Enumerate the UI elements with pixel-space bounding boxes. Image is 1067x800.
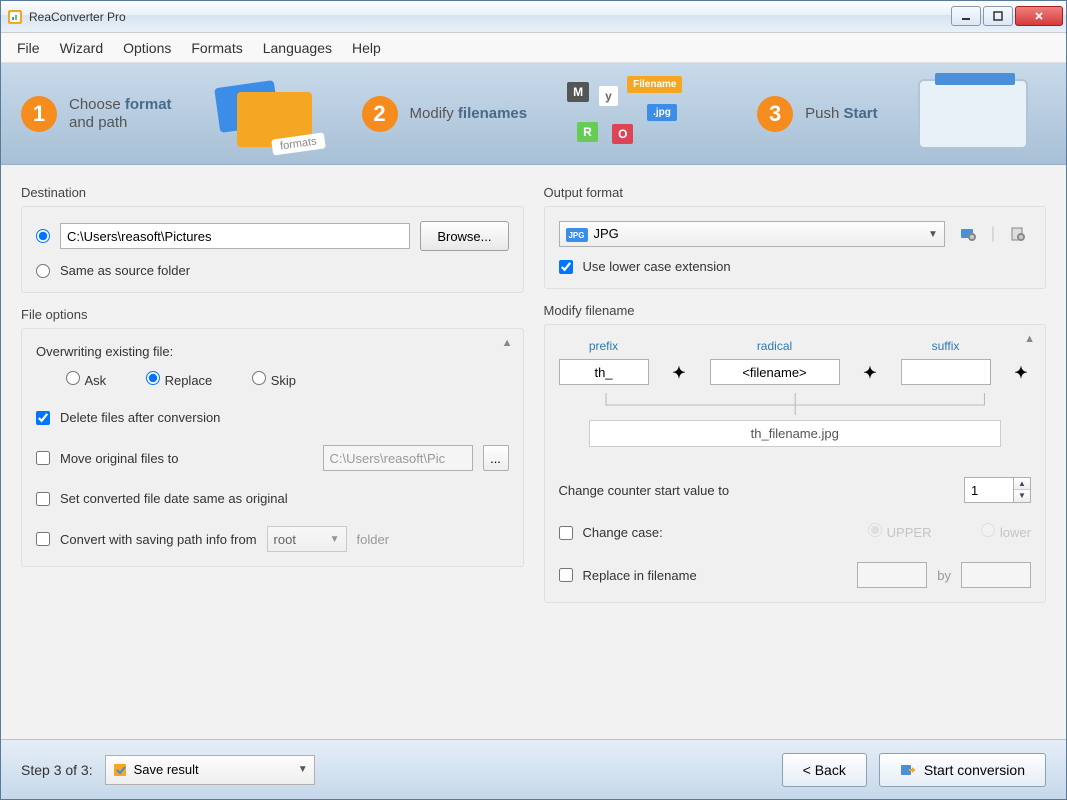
radical-label: radical — [757, 339, 792, 353]
move-orig-browse-button[interactable]: ... — [483, 445, 509, 471]
suffix-input[interactable] — [901, 359, 991, 385]
step-indicator: Step 3 of 3: — [21, 762, 93, 778]
overwrite-label: Overwriting existing file: — [36, 344, 173, 359]
counter-label: Change counter start value to — [559, 483, 730, 498]
replace-to-input — [961, 562, 1031, 588]
destination-heading: Destination — [21, 185, 524, 200]
left-column: Destination Browse... Same as source fol… — [21, 185, 524, 719]
main-area: Destination Browse... Same as source fol… — [1, 165, 1066, 739]
step-3-text: Push Start — [805, 105, 878, 123]
overwrite-ask-radio[interactable] — [66, 371, 80, 385]
dest-same-label: Same as source folder — [60, 263, 190, 278]
prefix-add-icon[interactable]: ✦ — [669, 363, 689, 383]
step-2-text: Modify filenames — [410, 105, 528, 123]
steps-banner: 1 Choose formatand path formats 2 Modify… — [1, 63, 1066, 165]
menu-file[interactable]: File — [7, 36, 50, 60]
dest-path-radio[interactable] — [36, 229, 50, 243]
radical-add-icon[interactable]: ✦ — [860, 363, 880, 383]
spinner-up-icon[interactable]: ▲ — [1014, 478, 1030, 490]
suffix-label: suffix — [932, 339, 960, 353]
step-1-badge: 1 — [21, 96, 57, 132]
overwrite-replace-radio[interactable] — [146, 371, 160, 385]
change-case-label: Change case: — [583, 525, 663, 540]
collapse-icon[interactable]: ▲ — [1024, 333, 1035, 345]
step-2-badge: 2 — [362, 96, 398, 132]
file-options-section: File options ▲ Overwriting existing file… — [21, 307, 524, 567]
suffix-add-icon[interactable]: ✦ — [1011, 363, 1031, 383]
right-column: Output format JPGJPG ▼ | — [544, 185, 1047, 719]
move-orig-checkbox[interactable] — [36, 451, 50, 465]
close-button[interactable] — [1015, 6, 1063, 26]
browse-button[interactable]: Browse... — [420, 221, 508, 251]
folder-illustration: formats — [212, 74, 332, 154]
menu-wizard[interactable]: Wizard — [50, 36, 114, 60]
by-label: by — [937, 568, 951, 583]
menu-options[interactable]: Options — [113, 36, 181, 60]
bottombar: Step 3 of 3: Save result ▼ < Back Start … — [1, 739, 1066, 799]
delete-after-checkbox[interactable] — [36, 411, 50, 425]
output-format-section: Output format JPGJPG ▼ | — [544, 185, 1047, 289]
lower-radio — [981, 523, 995, 537]
folder-word: folder — [357, 532, 390, 547]
modify-filename-section: Modify filename ▲ prefix ✦ radical — [544, 303, 1047, 603]
change-case-checkbox[interactable] — [559, 526, 573, 540]
app-icon — [7, 9, 23, 25]
minimize-button[interactable] — [951, 6, 981, 26]
format-settings-icon[interactable] — [955, 221, 981, 247]
set-date-label: Set converted file date same as original — [60, 491, 288, 506]
menu-formats[interactable]: Formats — [181, 36, 252, 60]
maximize-button[interactable] — [983, 6, 1013, 26]
save-icon — [112, 762, 128, 778]
filename-preview: th_filename.jpg — [589, 420, 1002, 447]
destination-section: Destination Browse... Same as source fol… — [21, 185, 524, 293]
menu-help[interactable]: Help — [342, 36, 391, 60]
start-conversion-button[interactable]: Start conversion — [879, 753, 1046, 787]
spinner-down-icon[interactable]: ▼ — [1014, 490, 1030, 502]
convert-path-checkbox[interactable] — [36, 532, 50, 546]
menubar: File Wizard Options Formats Languages He… — [1, 33, 1066, 63]
set-date-checkbox[interactable] — [36, 492, 50, 506]
overwrite-skip-radio[interactable] — [252, 371, 266, 385]
collapse-icon[interactable]: ▲ — [502, 337, 513, 349]
titlebar: ReaConverter Pro — [1, 1, 1066, 33]
format-dropdown[interactable]: JPGJPG ▼ — [559, 221, 945, 247]
counter-spinner[interactable]: ▲▼ — [964, 477, 1031, 503]
counter-input[interactable] — [964, 477, 1014, 503]
root-dropdown[interactable]: root▼ — [267, 526, 347, 552]
replace-from-input — [857, 562, 927, 588]
app-window: ReaConverter Pro File Wizard Options For… — [0, 0, 1067, 800]
move-orig-path — [323, 445, 473, 471]
save-result-dropdown[interactable]: Save result ▼ — [105, 755, 315, 785]
delete-after-label: Delete files after conversion — [60, 410, 220, 425]
replace-label: Replace in filename — [583, 568, 697, 583]
replace-checkbox[interactable] — [559, 568, 573, 582]
menu-languages[interactable]: Languages — [253, 36, 342, 60]
connector-lines — [579, 393, 1012, 415]
file-options-heading: File options — [21, 307, 524, 322]
modify-heading: Modify filename — [544, 303, 1047, 318]
lowercase-label: Use lower case extension — [583, 259, 731, 274]
back-button[interactable]: < Back — [782, 753, 867, 787]
convert-path-label: Convert with saving path info from — [60, 532, 257, 547]
move-orig-label: Move original files to — [60, 451, 179, 466]
step-3-badge: 3 — [757, 96, 793, 132]
output-heading: Output format — [544, 185, 1047, 200]
prefix-label: prefix — [589, 339, 618, 353]
radical-input[interactable] — [710, 359, 840, 385]
window-controls — [949, 6, 1063, 28]
converter-illustration — [918, 79, 1028, 149]
format-extra-icon[interactable] — [1005, 221, 1031, 247]
prefix-input[interactable] — [559, 359, 649, 385]
window-title: ReaConverter Pro — [29, 10, 949, 24]
step-1-text: Choose formatand path — [69, 96, 172, 132]
start-icon — [900, 762, 916, 778]
upper-radio — [868, 523, 882, 537]
lowercase-checkbox[interactable] — [559, 260, 573, 274]
dest-path-input[interactable] — [60, 223, 410, 249]
filename-illustration: M y Filename .jpg R O — [567, 74, 727, 154]
dest-same-radio[interactable] — [36, 264, 50, 278]
